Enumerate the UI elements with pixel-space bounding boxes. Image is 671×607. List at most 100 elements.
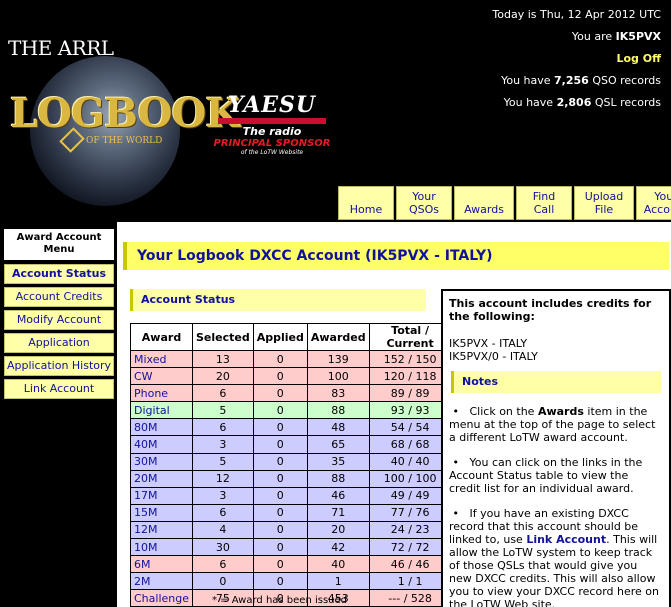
table-cell: 0 xyxy=(252,486,308,505)
table-cell: --- / 528 xyxy=(368,589,452,607)
award-link[interactable]: 17M xyxy=(130,486,193,505)
table-cell: 6 xyxy=(192,555,254,574)
qso-count-line: You have 7,256 QSO records xyxy=(492,70,661,92)
table-row: Phone 6 0 83 89 / 89 xyxy=(130,384,452,403)
col-header-award: Award xyxy=(130,323,193,351)
sponsor-of: of the LoTW Website xyxy=(240,149,304,156)
award-link[interactable]: 20M xyxy=(130,469,193,488)
menu-item-application-history[interactable]: Application History xyxy=(4,356,114,376)
logoff-link[interactable]: Log Off xyxy=(616,52,661,65)
menu-item-modify-account[interactable]: Modify Account xyxy=(4,310,114,330)
table-row: Digital 5 0 88 93 / 93 xyxy=(130,401,452,420)
col-header-selected: Selected xyxy=(192,323,254,351)
award-link[interactable]: 10M xyxy=(130,538,193,557)
table-cell: 65 xyxy=(306,435,370,454)
sponsor-principal: PRINCIPAL SPONSOR xyxy=(213,138,331,149)
table-row: 12M 4 0 20 24 / 23 xyxy=(130,520,452,540)
sponsor-tagline: The radio xyxy=(242,125,302,138)
award-link[interactable]: 6M xyxy=(130,555,193,574)
table-row: 20M 12 0 88 100 / 100 xyxy=(130,469,452,488)
page-title: Your Logbook DXCC Account (IK5PVX - ITAL… xyxy=(123,242,669,270)
table-cell: 42 xyxy=(306,538,370,557)
table-cell: 72 / 72 xyxy=(368,538,452,557)
table-cell: 0 xyxy=(252,435,308,454)
table-cell: 54 / 54 xyxy=(368,418,452,437)
callsign: IK5PVX xyxy=(615,30,661,43)
qsl-count-line: You have 2,806 QSL records xyxy=(492,92,661,114)
table-cell: 0 xyxy=(252,555,308,574)
note-1-awards: Awards xyxy=(537,405,584,418)
nav-upload-file[interactable]: Upload File xyxy=(574,186,634,220)
qsl-prefix: You have xyxy=(503,96,557,109)
table-cell: 40 / 40 xyxy=(368,452,452,471)
table-body: Mixed 13 0 139 152 / 150 CW 20 0 100 120 / 118 Pho… xyxy=(130,349,452,607)
nav-your-qsos[interactable]: Your QSOs xyxy=(396,186,452,220)
award-link[interactable]: Challenge xyxy=(130,589,193,607)
table-cell: 83 xyxy=(306,384,370,403)
table-cell: 68 / 68 xyxy=(368,435,452,454)
qso-prefix: You have xyxy=(501,74,555,87)
table-cell: 0 xyxy=(252,384,308,403)
col-header-awarded: Awarded xyxy=(306,323,370,351)
info-call-2: IK5PVX/0 - ITALY xyxy=(449,350,538,363)
table-row: 15M 6 0 71 77 / 76 xyxy=(130,503,452,522)
award-link[interactable]: 40M xyxy=(130,435,193,454)
menu-item-application[interactable]: Application xyxy=(4,333,114,353)
left-sidebar: Award Account Menu Account Status Account… xyxy=(0,222,117,607)
sponsor-logo[interactable]: YAESU The radio PRINCIPAL SPONSOR of the… xyxy=(212,92,332,156)
table-row: 80M 6 0 48 54 / 54 xyxy=(130,418,452,437)
table-cell: 93 / 93 xyxy=(368,401,452,420)
menu-item-account-credits[interactable]: Account Credits xyxy=(4,287,114,307)
qsl-count: 2,806 xyxy=(556,96,592,109)
award-link[interactable]: 30M xyxy=(130,452,193,471)
table-cell: 120 / 118 xyxy=(368,367,452,386)
award-link[interactable]: 12M xyxy=(130,520,193,540)
table-cell: 3 xyxy=(192,486,254,505)
table-cell: 46 / 46 xyxy=(368,555,452,574)
table-cell: 0 xyxy=(252,469,308,488)
table-cell: 3 xyxy=(192,435,254,454)
menu-item-link-account[interactable]: Link Account xyxy=(4,379,114,399)
info-call-1: IK5PVX - ITALY xyxy=(449,337,528,350)
nav-find-call[interactable]: Find Call xyxy=(516,186,572,220)
logo-arrl-text: THE ARRL xyxy=(8,36,114,60)
note-2: • You can click on the links in the Acco… xyxy=(449,456,643,495)
table-cell: 20 xyxy=(192,367,254,386)
table-cell: 0 xyxy=(252,520,308,540)
menu-item-account-status[interactable]: Account Status xyxy=(4,264,114,284)
award-link[interactable]: 2M xyxy=(130,572,193,591)
table-cell: 0 xyxy=(252,418,308,437)
award-link[interactable]: CW xyxy=(130,367,193,386)
col-header-total-current: Total / Current xyxy=(368,323,452,351)
table-cell: 89 / 89 xyxy=(368,384,452,403)
award-link[interactable]: Mixed xyxy=(130,349,193,369)
qsl-suffix: QSL records xyxy=(591,96,661,109)
award-link[interactable]: Digital xyxy=(130,401,193,420)
main-content: Your Logbook DXCC Account (IK5PVX - ITAL… xyxy=(117,222,671,607)
award-link[interactable]: 80M xyxy=(130,418,193,437)
account-status-heading: Account Status xyxy=(130,289,426,311)
nav-home[interactable]: Home xyxy=(338,186,394,220)
callsign-line: You are IK5PVX xyxy=(492,26,661,48)
table-cell: 88 xyxy=(306,401,370,420)
lotw-logo[interactable]: THE ARRL LOGBOOK OF THE WORLD xyxy=(0,0,240,222)
award-link[interactable]: 15M xyxy=(130,503,193,522)
table-cell: 100 / 100 xyxy=(368,469,452,488)
nav-awards[interactable]: Awards xyxy=(454,186,514,220)
info-box: This account includes credits for the fo… xyxy=(441,289,671,607)
date-line: Today is Thu, 12 Apr 2012 UTC xyxy=(492,8,661,21)
logo-logbook-text: LOGBOOK xyxy=(10,90,240,137)
award-link[interactable]: Phone xyxy=(130,384,193,403)
table-row: 2M 0 0 1 1 / 1 xyxy=(130,572,452,591)
menu-title: Award Account Menu xyxy=(4,229,114,260)
qso-count: 7,256 xyxy=(554,74,589,87)
table-cell: 100 xyxy=(306,367,370,386)
notes-heading: Notes xyxy=(451,371,661,393)
nav-your-account[interactable]: YourAccount xyxy=(636,186,671,220)
table-cell: 71 xyxy=(306,503,370,522)
table-row: CW 20 0 100 120 / 118 xyxy=(130,367,452,386)
table-cell: 20 xyxy=(306,520,370,540)
link-account-link[interactable]: Link Account xyxy=(526,533,606,546)
table-cell: 24 / 23 xyxy=(368,520,452,540)
table-cell: 0 xyxy=(252,401,308,420)
